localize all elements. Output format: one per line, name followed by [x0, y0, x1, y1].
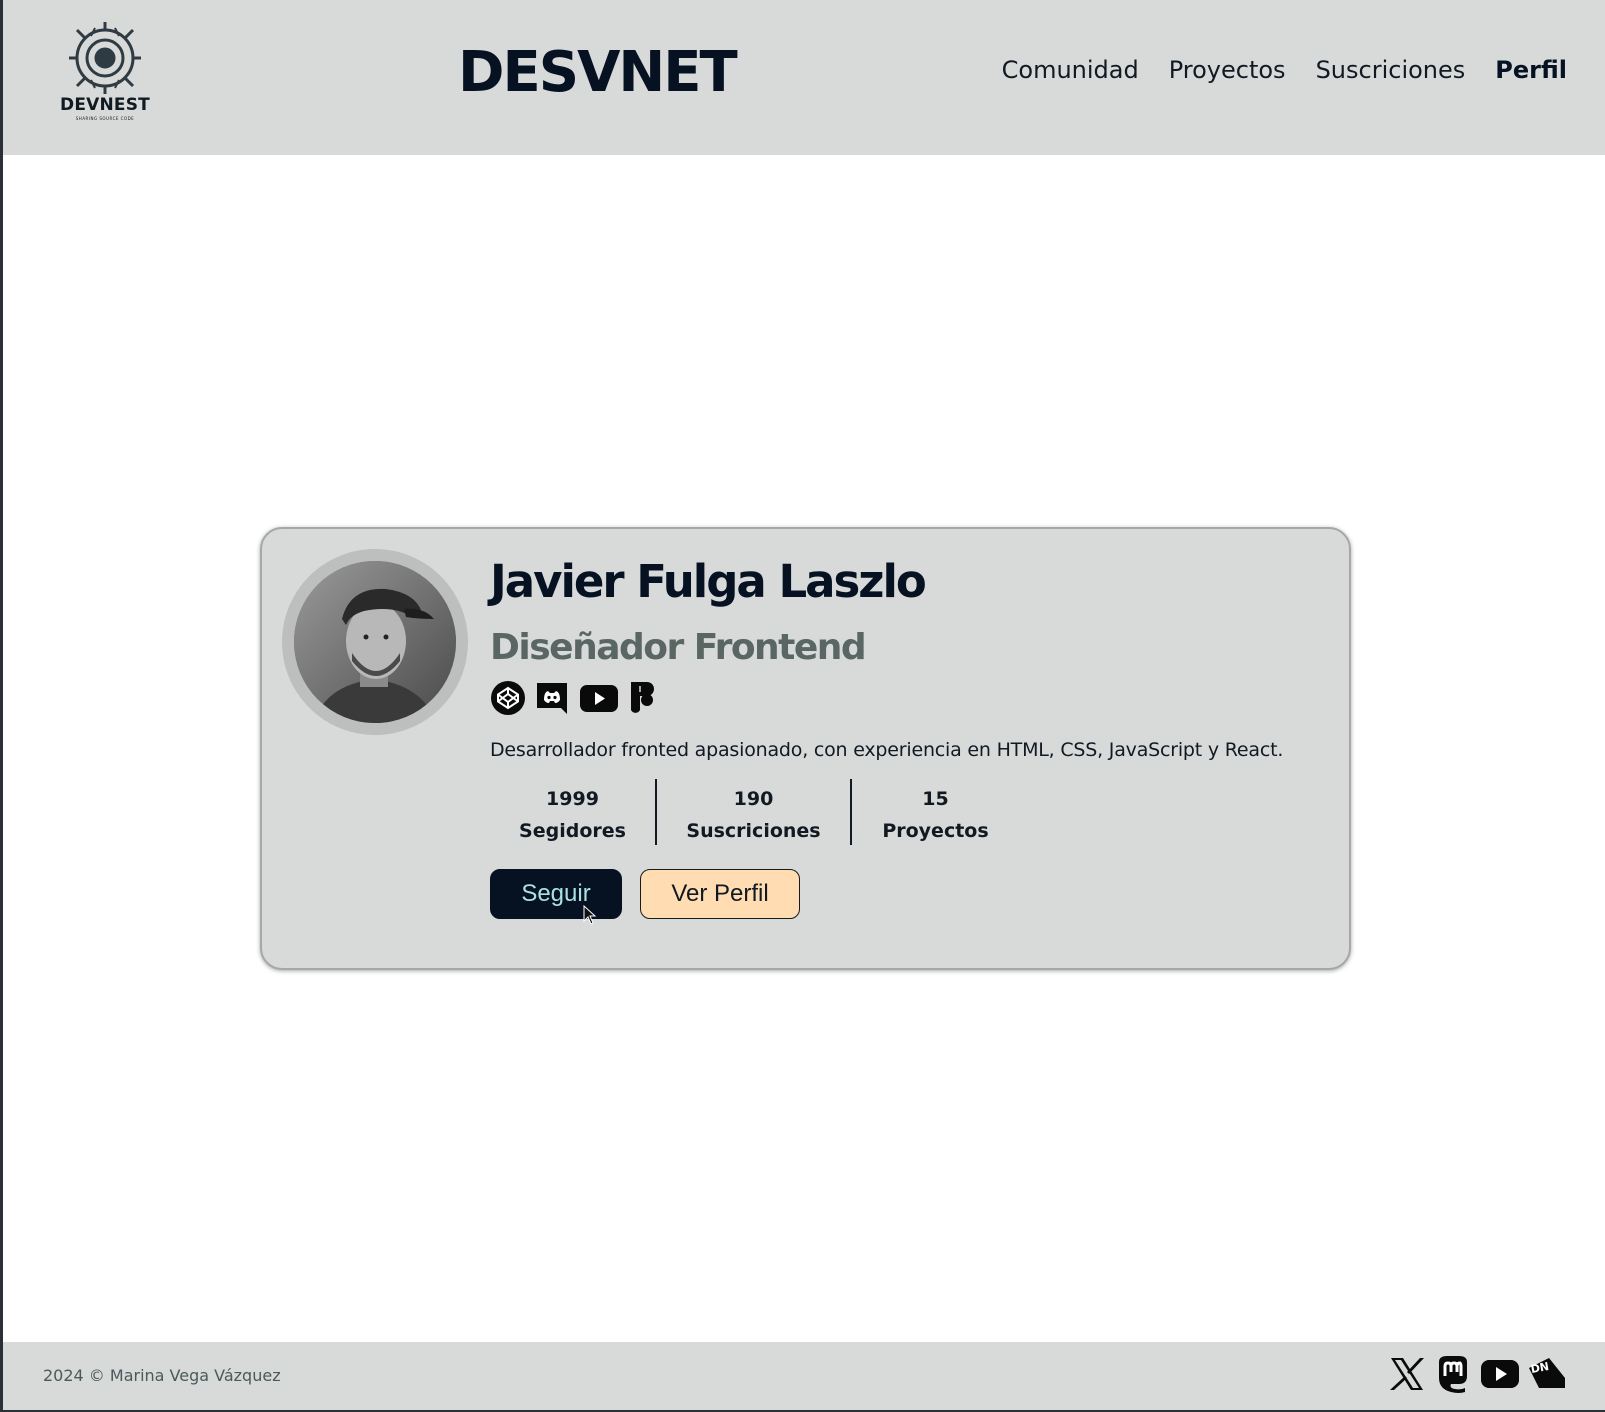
- main-nav: Comunidad Proyectos Suscriciones Perfil: [1002, 56, 1567, 84]
- stat-subscriptions: 190 Suscriciones: [657, 779, 852, 845]
- view-profile-button[interactable]: Ver Perfil: [640, 869, 800, 919]
- profile-card: Javier Fulga Laszlo Diseñador Frontend D…: [260, 527, 1351, 970]
- nav-comunidad[interactable]: Comunidad: [1002, 56, 1139, 84]
- profile-stats: 1999 Segidores 190 Suscriciones 15 Proye…: [490, 779, 1019, 845]
- avatar-photo: [294, 561, 456, 723]
- footer-social-links: DN: [1387, 1354, 1567, 1394]
- youtube-icon[interactable]: [1479, 1356, 1521, 1392]
- mastodon-icon[interactable]: [1433, 1354, 1473, 1394]
- stat-label: Proyectos: [882, 820, 989, 842]
- mouse-cursor-icon: [583, 904, 597, 929]
- nav-proyectos[interactable]: Proyectos: [1169, 56, 1286, 84]
- stat-label: Segidores: [519, 820, 626, 842]
- nav-perfil[interactable]: Perfil: [1495, 56, 1567, 84]
- logo-emblem-icon: [69, 22, 141, 94]
- page: DEVNEST SHARING SOURCE CODE DESVNET Comu…: [3, 0, 1605, 1410]
- social-links: [490, 680, 656, 716]
- profile-bio: Desarrollador fronted apasionado, con ex…: [490, 739, 1284, 761]
- copyright-text: 2024 © Marina Vega Vázquez: [43, 1366, 281, 1385]
- avatar-ring: [282, 549, 468, 735]
- figma-icon[interactable]: [628, 680, 656, 716]
- logo-text: DEVNEST: [60, 95, 150, 115]
- nav-suscriciones[interactable]: Suscriciones: [1316, 56, 1466, 84]
- discord-icon[interactable]: [534, 680, 570, 716]
- brand-title: DESVNET: [458, 40, 738, 105]
- profile-name: Javier Fulga Laszlo: [490, 555, 927, 608]
- stat-projects: 15 Proyectos: [852, 779, 1019, 845]
- stat-value: 190: [733, 788, 774, 810]
- site-header: DEVNEST SHARING SOURCE CODE DESVNET Comu…: [3, 0, 1605, 155]
- youtube-icon[interactable]: [578, 680, 620, 716]
- follow-button[interactable]: Seguir: [490, 869, 622, 919]
- devnest-icon[interactable]: DN: [1527, 1356, 1567, 1392]
- stat-followers: 1999 Segidores: [490, 779, 657, 845]
- avatar: [294, 561, 456, 723]
- codepen-icon[interactable]: [490, 680, 526, 716]
- x-icon[interactable]: [1387, 1354, 1427, 1394]
- stat-label: Suscriciones: [686, 820, 821, 842]
- logo[interactable]: DEVNEST SHARING SOURCE CODE: [55, 20, 155, 125]
- logo-tagline: SHARING SOURCE CODE: [75, 116, 135, 121]
- site-footer: 2024 © Marina Vega Vázquez DN: [3, 1342, 1605, 1410]
- profile-role: Diseñador Frontend: [490, 627, 867, 668]
- stat-value: 15: [922, 788, 949, 810]
- stat-value: 1999: [546, 788, 599, 810]
